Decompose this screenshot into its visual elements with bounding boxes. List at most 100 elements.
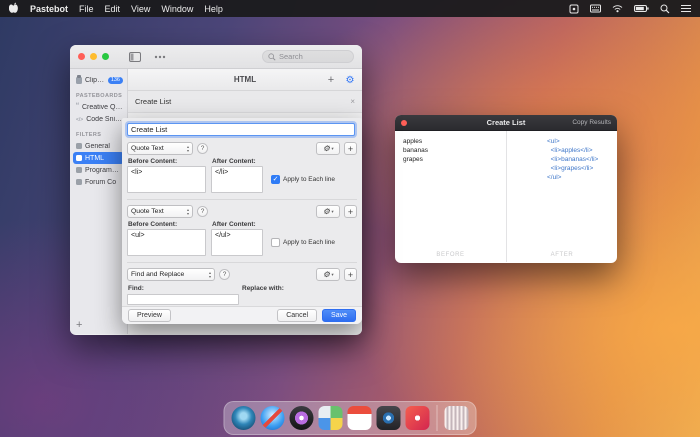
notification-center-icon[interactable] xyxy=(681,4,691,13)
menu-file[interactable]: File xyxy=(79,4,94,14)
quote-icon xyxy=(76,103,79,111)
copy-results-button[interactable]: Copy Results xyxy=(572,119,611,126)
divider xyxy=(127,262,357,263)
ellipsis-icon xyxy=(154,55,166,58)
replace-with-label: Replace with: xyxy=(242,285,284,292)
view-options-button[interactable] xyxy=(151,49,169,64)
app-menu[interactable]: Pastebot xyxy=(30,4,68,14)
menu-window[interactable]: Window xyxy=(161,4,193,14)
filter-type-popup[interactable]: Quote Text xyxy=(127,205,193,218)
search-field[interactable] xyxy=(262,50,354,63)
itunes-icon[interactable] xyxy=(289,406,314,430)
close-button[interactable] xyxy=(401,120,407,126)
filter-type-popup[interactable]: Quote Text xyxy=(127,142,193,155)
sidebar-item-code-snippets[interactable]: Code Snippets xyxy=(70,113,127,125)
find-label: Find: xyxy=(128,285,144,292)
battery-icon[interactable] xyxy=(634,4,649,13)
keyboard-icon[interactable] xyxy=(590,4,601,13)
save-button[interactable]: Save xyxy=(322,309,356,322)
add-step-button[interactable]: + xyxy=(344,268,357,281)
sidebar-icon xyxy=(129,51,141,62)
list-pane-title: HTML xyxy=(233,75,257,84)
sidebar-item-clipboard[interactable]: Clipboard 136 xyxy=(70,74,127,86)
after-content-label: After Content: xyxy=(212,221,256,228)
spotlight-icon[interactable] xyxy=(660,4,670,14)
trash-icon[interactable] xyxy=(444,406,469,430)
preview-window: Create List Copy Results apples bananas … xyxy=(395,115,617,263)
filter-type-popup[interactable]: Find and Replace xyxy=(127,268,215,281)
help-button[interactable]: ? xyxy=(197,206,208,217)
dock xyxy=(223,401,477,435)
after-line: <li>bananas</li> xyxy=(547,156,599,163)
menu-edit[interactable]: Edit xyxy=(105,4,121,14)
step-options-button[interactable] xyxy=(316,205,340,218)
search-input[interactable] xyxy=(279,52,348,61)
zoom-button[interactable] xyxy=(102,53,109,60)
clipboard-count-badge: 136 xyxy=(107,76,123,84)
close-button[interactable] xyxy=(78,53,85,60)
apply-to-each-line-checkbox[interactable]: Apply to Each line xyxy=(271,175,335,184)
gear-icon xyxy=(323,144,330,153)
divider xyxy=(127,199,357,200)
filter-name-input[interactable] xyxy=(127,123,355,136)
after-content-label: After Content: xyxy=(212,158,256,165)
filter-row-create-list[interactable]: Create List xyxy=(128,91,362,113)
add-step-button[interactable]: + xyxy=(344,142,357,155)
sidebar-item-programming[interactable]: Programming xyxy=(70,164,127,176)
step-options-button[interactable] xyxy=(316,142,340,155)
sidebar-item-forum-co[interactable]: Forum Co xyxy=(70,176,127,188)
add-step-button[interactable]: + xyxy=(344,205,357,218)
bartender-icon[interactable] xyxy=(569,4,579,14)
add-pasteboard-button[interactable]: + xyxy=(76,319,82,331)
preview-button[interactable]: Preview xyxy=(128,309,171,322)
add-filter-button[interactable]: + xyxy=(324,73,338,87)
help-button[interactable]: ? xyxy=(219,269,230,280)
menu-help[interactable]: Help xyxy=(204,4,223,14)
before-content-input[interactable]: <li> xyxy=(127,166,206,193)
minimize-button[interactable] xyxy=(90,53,97,60)
time-machine-icon[interactable] xyxy=(231,406,256,430)
filter-icon xyxy=(76,155,82,161)
wifi-icon[interactable] xyxy=(612,4,623,13)
sheet-footer: Preview Cancel Save xyxy=(122,306,362,324)
checkbox-icon xyxy=(271,238,280,247)
filter-step-1-header: Quote Text ? + xyxy=(127,142,357,155)
chevron-down-icon xyxy=(331,208,333,215)
apply-to-each-line-checkbox[interactable]: Apply to Each line xyxy=(271,238,335,247)
before-pane: apples bananas grapes BEFORE xyxy=(395,131,506,262)
after-content-input[interactable]: </li> xyxy=(211,166,263,193)
sidebar-item-general[interactable]: General xyxy=(70,140,127,152)
find-input[interactable] xyxy=(127,294,239,305)
preview-title: Create List xyxy=(486,118,526,127)
after-caption: AFTER xyxy=(550,252,574,258)
remove-filter-icon[interactable] xyxy=(350,97,355,106)
menu-bar: Pastebot File Edit View Window Help xyxy=(0,0,700,17)
before-line: grapes xyxy=(403,156,423,163)
cancel-button[interactable]: Cancel xyxy=(277,309,318,322)
sidebar-toggle-button[interactable] xyxy=(126,49,144,64)
search-icon xyxy=(268,52,276,61)
menu-view[interactable]: View xyxy=(131,4,150,14)
sidebar-item-html[interactable]: HTML xyxy=(73,152,124,164)
before-line: apples xyxy=(403,138,423,145)
gear-icon xyxy=(323,270,330,279)
calendar-icon[interactable] xyxy=(347,406,372,430)
step-options-button[interactable] xyxy=(316,268,340,281)
dock-divider xyxy=(436,405,438,431)
after-line: </ul> xyxy=(547,174,562,181)
sidebar-item-creative-quotes[interactable]: Creative Quotes xyxy=(70,101,127,113)
before-content-input[interactable]: <ul> xyxy=(127,229,206,256)
filter-settings-button[interactable] xyxy=(343,73,357,87)
desktop: Pastebot File Edit View Window Help Sear… xyxy=(0,0,700,437)
apple-menu[interactable] xyxy=(8,2,19,16)
filters-section-title: FILTERS xyxy=(76,132,102,138)
preview-title-bar: Create List Copy Results xyxy=(395,115,617,131)
menu-bar-status xyxy=(569,4,691,14)
help-button[interactable]: ? xyxy=(197,143,208,154)
after-content-input[interactable]: </ul> xyxy=(211,229,263,256)
photo-booth-icon[interactable] xyxy=(376,406,401,430)
maps-icon[interactable] xyxy=(318,406,343,430)
after-line: <ul> xyxy=(547,138,560,145)
music-icon[interactable] xyxy=(405,406,430,430)
safari-icon[interactable] xyxy=(260,406,285,430)
